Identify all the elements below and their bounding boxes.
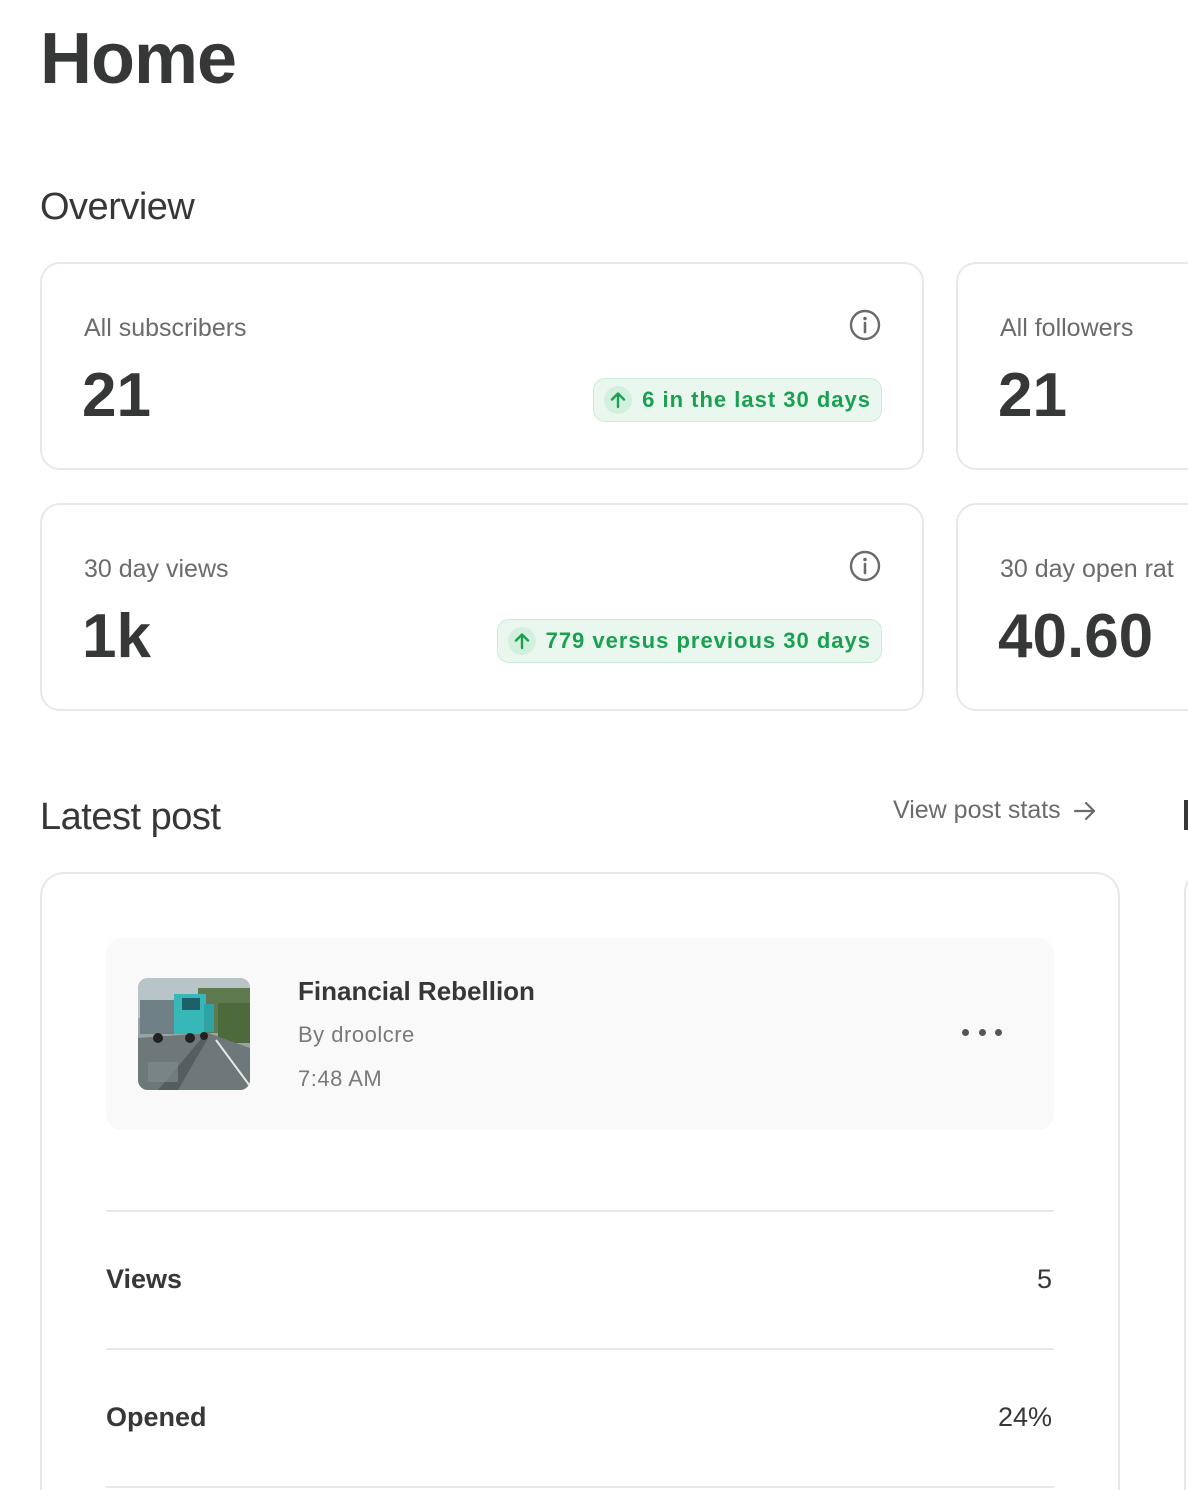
arrow-right-icon — [1073, 801, 1095, 820]
views-trend-badge: 779 versus previous 30 days — [496, 619, 882, 663]
subscribers-card: All subscribers 21 6 in the last 30 days — [40, 262, 924, 470]
open-rate-card: 30 day open rat 40.60 — [956, 503, 1188, 711]
subscribers-trend-badge: 6 in the last 30 days — [593, 378, 882, 422]
post-thumbnail — [138, 978, 250, 1090]
subscribers-trend-text: 6 in the last 30 days — [642, 387, 871, 412]
metric-label-views: Views — [106, 1264, 183, 1294]
followers-value: 21 — [998, 361, 1067, 430]
views-trend-text: 779 versus previous 30 days — [545, 628, 871, 653]
latest-post-card: Financial Rebellion By droolcre 7:48 AM … — [40, 872, 1120, 1490]
divider — [106, 1210, 1054, 1212]
followers-label: All followers — [1000, 314, 1134, 342]
post-preview[interactable]: Financial Rebellion By droolcre 7:48 AM — [106, 938, 1054, 1130]
view-post-stats-link[interactable]: View post stats — [893, 796, 1097, 825]
overview-heading: Overview — [40, 186, 195, 228]
info-icon[interactable] — [848, 549, 882, 583]
page-title: Home — [40, 19, 237, 99]
subscribers-value: 21 — [82, 361, 151, 430]
views-label: 30 day views — [84, 555, 229, 583]
views-card: 30 day views 1k 779 versus previous 30 d… — [40, 503, 924, 711]
open-rate-label: 30 day open rat — [1000, 555, 1174, 583]
post-author: By droolcre — [298, 1022, 415, 1047]
metric-value-views: 5 — [1036, 1264, 1052, 1294]
post-time: 7:48 AM — [298, 1066, 383, 1091]
divider — [106, 1348, 1054, 1350]
offscreen-element — [1184, 800, 1188, 830]
subscribers-label: All subscribers — [84, 314, 247, 342]
open-rate-value: 40.60 — [998, 602, 1154, 671]
more-options-icon[interactable] — [962, 1020, 1002, 1044]
followers-card: All followers 21 — [956, 262, 1188, 470]
info-icon[interactable] — [848, 308, 882, 342]
home-page: Home Overview All subscribers 21 6 in th… — [0, 0, 1188, 1490]
side-card — [1184, 872, 1188, 1490]
view-post-stats-label: View post stats — [893, 796, 1061, 824]
metric-value-opened: 24% — [997, 1402, 1052, 1432]
views-value: 1k — [82, 602, 151, 671]
arrow-up-icon — [604, 386, 633, 414]
divider — [106, 1486, 1054, 1488]
latest-post-heading: Latest post — [40, 796, 221, 838]
metric-label-opened: Opened — [106, 1402, 207, 1432]
arrow-up-icon — [507, 627, 536, 655]
post-title[interactable]: Financial Rebellion — [298, 976, 535, 1007]
